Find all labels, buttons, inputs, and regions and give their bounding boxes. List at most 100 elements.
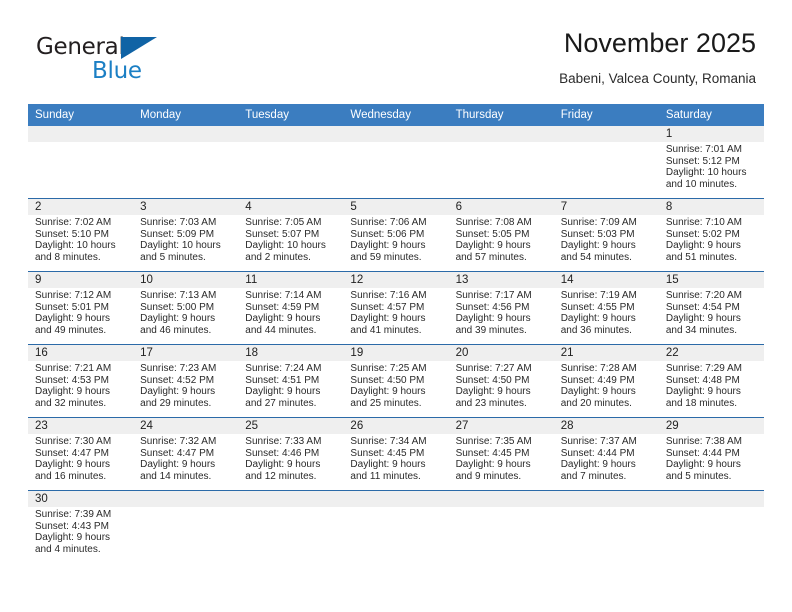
calendar-cell[interactable]: 2 Sunrise: 7:02 AM Sunset: 5:10 PM Daylight…	[28, 198, 134, 272]
sunrise-time: Sunrise: 7:20 AM	[665, 290, 742, 301]
daylight-duration-line1: Daylight: 9 hours	[665, 240, 741, 252]
calendar-cell	[238, 126, 344, 199]
calendar-cell	[133, 126, 239, 199]
sunrise-time: Sunrise: 7:05 AM	[245, 217, 322, 228]
sunset-time: Sunset: 4:59 PM	[245, 301, 320, 313]
day-sun-info: Sunrise: 7:02 AM Sunset: 5:10 PM Daylight:…	[28, 215, 133, 263]
calendar-cell[interactable]: 11 Sunrise: 7:14 AM Sunset: 4:59 PM Dayligh…	[238, 271, 344, 345]
day-number: 20	[448, 345, 554, 361]
calendar-cell	[448, 490, 554, 563]
day-cell: 26 Sunrise: 7:34 AM Sunset: 4:45 PM Dayligh…	[343, 418, 449, 490]
calendar-cell[interactable]: 29 Sunrise: 7:38 AM Sunset: 4:44 PM Dayligh…	[658, 417, 764, 491]
day-cell: 28 Sunrise: 7:37 AM Sunset: 4:44 PM Dayligh…	[553, 418, 659, 490]
sunset-time: Sunset: 4:43 PM	[35, 520, 109, 532]
empty-day-cell	[238, 491, 344, 563]
day-sun-info: Sunrise: 7:27 AM Sunset: 4:50 PM Daylight:…	[449, 361, 554, 409]
calendar-cell[interactable]: 30 Sunrise: 7:39 AM Sunset: 4:43 PM Dayligh…	[28, 490, 134, 563]
day-number: 8	[658, 199, 764, 215]
calendar-cell[interactable]: 26 Sunrise: 7:34 AM Sunset: 4:45 PM Dayligh…	[343, 417, 449, 491]
day-sun-info: Sunrise: 7:24 AM Sunset: 4:51 PM Daylight:…	[238, 361, 343, 409]
sunset-time: Sunset: 5:00 PM	[140, 301, 215, 313]
calendar-cell[interactable]: 22 Sunrise: 7:29 AM Sunset: 4:48 PM Dayligh…	[658, 344, 764, 418]
day-number	[133, 491, 239, 507]
calendar-cell[interactable]: 19 Sunrise: 7:25 AM Sunset: 4:50 PM Dayligh…	[343, 344, 449, 418]
daylight-duration-line1: Daylight: 9 hours	[245, 313, 321, 325]
daylight-duration-line1: Daylight: 9 hours	[560, 240, 636, 252]
calendar-cell[interactable]: 27 Sunrise: 7:35 AM Sunset: 4:45 PM Dayligh…	[448, 417, 554, 491]
day-sun-info: Sunrise: 7:17 AM Sunset: 4:56 PM Daylight:…	[449, 288, 554, 336]
empty-day-cell	[553, 126, 659, 198]
day-sun-info: Sunrise: 7:39 AM Sunset: 4:43 PM Daylight:…	[28, 507, 133, 555]
sunset-time: Sunset: 5:01 PM	[35, 301, 109, 313]
day-cell: 6 Sunrise: 7:08 AM Sunset: 5:05 PM Daylight…	[448, 199, 554, 271]
calendar-cell[interactable]: 24 Sunrise: 7:32 AM Sunset: 4:47 PM Dayligh…	[133, 417, 239, 491]
calendar-cell[interactable]: 4 Sunrise: 7:05 AM Sunset: 5:07 PM Daylight…	[238, 198, 344, 272]
sunrise-time: Sunrise: 7:30 AM	[35, 436, 112, 447]
daylight-duration-line1: Daylight: 10 hours	[140, 240, 221, 252]
calendar-cell[interactable]: 17 Sunrise: 7:23 AM Sunset: 4:52 PM Dayligh…	[133, 344, 239, 418]
calendar-cell[interactable]: 25 Sunrise: 7:33 AM Sunset: 4:46 PM Dayligh…	[238, 417, 344, 491]
page-title: November 2025	[563, 28, 756, 58]
sunrise-time: Sunrise: 7:23 AM	[140, 363, 217, 374]
calendar-cell[interactable]: 18 Sunrise: 7:24 AM Sunset: 4:51 PM Dayligh…	[238, 344, 344, 418]
sunset-time: Sunset: 4:50 PM	[350, 374, 425, 386]
day-number	[448, 126, 554, 142]
calendar-cell[interactable]: 1 Sunrise: 7:01 AM Sunset: 5:12 PM Daylight…	[658, 126, 764, 199]
calendar-cell[interactable]: 9 Sunrise: 7:12 AM Sunset: 5:01 PM Daylight…	[28, 271, 134, 345]
sunrise-time: Sunrise: 7:38 AM	[665, 436, 742, 447]
calendar-cell[interactable]: 20 Sunrise: 7:27 AM Sunset: 4:50 PM Dayligh…	[448, 344, 554, 418]
calendar-week-row: 1 Sunrise: 7:01 AM Sunset: 5:12 PM Daylight…	[28, 126, 764, 199]
sunrise-time: Sunrise: 7:37 AM	[560, 436, 637, 447]
sunset-time: Sunset: 4:54 PM	[665, 301, 740, 313]
day-number: 6	[448, 199, 554, 215]
day-number: 26	[343, 418, 449, 434]
day-cell: 11 Sunrise: 7:14 AM Sunset: 4:59 PM Dayligh…	[238, 272, 344, 344]
day-sun-info: Sunrise: 7:05 AM Sunset: 5:07 PM Daylight:…	[238, 215, 343, 263]
logo-text-general: General	[36, 34, 125, 60]
calendar-cell[interactable]: 6 Sunrise: 7:08 AM Sunset: 5:05 PM Daylight…	[448, 198, 554, 272]
empty-day-cell	[133, 126, 239, 198]
day-number	[343, 126, 449, 142]
sunrise-time: Sunrise: 7:24 AM	[245, 363, 322, 374]
day-cell: 25 Sunrise: 7:33 AM Sunset: 4:46 PM Dayligh…	[238, 418, 344, 490]
sunrise-time: Sunrise: 7:33 AM	[245, 436, 322, 447]
calendar-cell[interactable]: 5 Sunrise: 7:06 AM Sunset: 5:06 PM Daylight…	[343, 198, 449, 272]
calendar-cell[interactable]: 13 Sunrise: 7:17 AM Sunset: 4:56 PM Dayligh…	[448, 271, 554, 345]
calendar-cell[interactable]: 23 Sunrise: 7:30 AM Sunset: 4:47 PM Dayligh…	[28, 417, 134, 491]
sunset-time: Sunset: 4:44 PM	[665, 447, 740, 459]
day-number: 15	[658, 272, 764, 288]
calendar-cell[interactable]: 21 Sunrise: 7:28 AM Sunset: 4:49 PM Dayligh…	[553, 344, 659, 418]
calendar-cell[interactable]: 28 Sunrise: 7:37 AM Sunset: 4:44 PM Dayligh…	[553, 417, 659, 491]
calendar-cell[interactable]: 12 Sunrise: 7:16 AM Sunset: 4:57 PM Dayligh…	[343, 271, 449, 345]
day-number	[448, 491, 554, 507]
calendar-cell[interactable]: 3 Sunrise: 7:03 AM Sunset: 5:09 PM Daylight…	[133, 198, 239, 272]
calendar-cell[interactable]: 8 Sunrise: 7:10 AM Sunset: 5:02 PM Daylight…	[658, 198, 764, 272]
sunrise-time: Sunrise: 7:13 AM	[140, 290, 217, 301]
calendar-cell[interactable]: 15 Sunrise: 7:20 AM Sunset: 4:54 PM Dayligh…	[658, 271, 764, 345]
sunset-time: Sunset: 5:02 PM	[665, 228, 740, 240]
empty-day-cell	[448, 491, 554, 563]
sunrise-time: Sunrise: 7:34 AM	[350, 436, 427, 447]
empty-day-cell	[343, 491, 449, 563]
day-cell: 9 Sunrise: 7:12 AM Sunset: 5:01 PM Daylight…	[28, 272, 134, 344]
calendar-cell[interactable]: 7 Sunrise: 7:09 AM Sunset: 5:03 PM Daylight…	[553, 198, 659, 272]
day-sun-info: Sunrise: 7:34 AM Sunset: 4:45 PM Daylight:…	[343, 434, 448, 482]
daylight-duration-line1: Daylight: 9 hours	[35, 532, 111, 544]
daylight-duration-line2: and 46 minutes.	[140, 324, 212, 336]
empty-day-cell	[28, 126, 134, 198]
day-cell: 19 Sunrise: 7:25 AM Sunset: 4:50 PM Dayligh…	[343, 345, 449, 417]
daylight-duration-line2: and 7 minutes.	[560, 470, 627, 482]
sunrise-time: Sunrise: 7:28 AM	[560, 363, 637, 374]
day-cell: 18 Sunrise: 7:24 AM Sunset: 4:51 PM Dayligh…	[238, 345, 344, 417]
day-number: 11	[238, 272, 344, 288]
daylight-duration-line2: and 49 minutes.	[35, 324, 107, 336]
sunrise-time: Sunrise: 7:08 AM	[455, 217, 532, 228]
calendar-cell[interactable]: 16 Sunrise: 7:21 AM Sunset: 4:53 PM Dayligh…	[28, 344, 134, 418]
calendar-cell[interactable]: 10 Sunrise: 7:13 AM Sunset: 5:00 PM Dayligh…	[133, 271, 239, 345]
daylight-duration-line2: and 54 minutes.	[560, 251, 632, 263]
sunset-time: Sunset: 4:45 PM	[350, 447, 425, 459]
sunrise-time: Sunrise: 7:14 AM	[245, 290, 322, 301]
empty-day-cell	[448, 126, 554, 198]
calendar-cell[interactable]: 14 Sunrise: 7:19 AM Sunset: 4:55 PM Dayligh…	[553, 271, 659, 345]
empty-day-cell	[658, 491, 764, 563]
